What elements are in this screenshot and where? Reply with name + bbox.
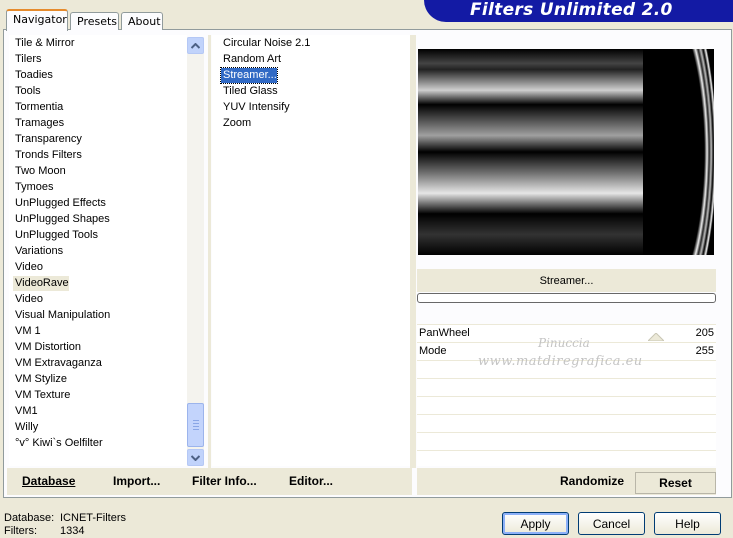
category-item[interactable]: Tramages: [13, 116, 64, 131]
category-item[interactable]: VM Distortion: [13, 340, 81, 355]
param-value: 205: [695, 327, 714, 339]
category-list[interactable]: Tile & Mirror Tilers Toadies Tools Tormentia…: [9, 35, 187, 466]
category-item[interactable]: Tymoes: [13, 180, 54, 195]
category-item[interactable]: UnPlugged Shapes: [13, 212, 110, 227]
chevron-up-icon: [191, 42, 200, 49]
category-item[interactable]: Two Moon: [13, 164, 66, 179]
category-item[interactable]: Video: [13, 292, 43, 307]
param-row-empty: [417, 450, 716, 466]
tab-presets[interactable]: Presets: [70, 12, 119, 30]
category-item[interactable]: VM1: [13, 404, 38, 419]
filters-label: Filters:: [4, 525, 37, 537]
category-scrollbar[interactable]: [187, 37, 204, 466]
category-item[interactable]: Toadies: [13, 68, 53, 83]
tab-navigator[interactable]: Navigator: [6, 9, 68, 31]
splitter-right[interactable]: [410, 35, 416, 468]
filter-item[interactable]: YUV Intensify: [221, 100, 290, 115]
param-name: Mode: [419, 345, 447, 357]
category-item[interactable]: UnPlugged Effects: [13, 196, 106, 211]
param-row-empty: [417, 414, 716, 432]
filter-name-label: Streamer...: [417, 269, 716, 292]
filters-count: 1334: [60, 525, 85, 537]
category-item[interactable]: Tools: [13, 84, 41, 99]
category-item[interactable]: °v° Kiwi`s Oelfilter: [13, 436, 103, 451]
slider-marker-icon[interactable]: [648, 333, 664, 341]
param-row-empty: [417, 432, 716, 450]
scroll-down-button[interactable]: [187, 449, 204, 466]
scroll-thumb[interactable]: [187, 403, 204, 447]
param-row-empty: [417, 378, 716, 396]
editor-button[interactable]: Editor...: [289, 474, 333, 488]
category-item[interactable]: VM 1: [13, 324, 41, 339]
database-label: Database:: [4, 512, 55, 524]
reset-button[interactable]: Reset: [635, 472, 716, 494]
category-item[interactable]: Tile & Mirror: [13, 36, 74, 51]
scroll-up-button[interactable]: [187, 37, 204, 54]
progress-bar: [417, 293, 716, 303]
category-item[interactable]: Tormentia: [13, 100, 63, 115]
category-item[interactable]: VM Stylize: [13, 372, 67, 387]
category-item[interactable]: Variations: [13, 244, 63, 259]
filter-item[interactable]: Random Art: [221, 52, 281, 67]
category-item[interactable]: Tilers: [13, 52, 41, 67]
database-value: ICNET-Filters: [60, 512, 126, 524]
param-value: 255: [695, 345, 714, 357]
category-item[interactable]: VM Extravaganza: [13, 356, 102, 371]
import-button[interactable]: Import...: [113, 474, 160, 488]
preview-image: [418, 49, 714, 255]
category-item[interactable]: Transparency: [13, 132, 82, 147]
filter-item[interactable]: Zoom: [221, 116, 251, 131]
filter-item[interactable]: Streamer...: [220, 67, 278, 84]
chevron-down-icon: [191, 454, 200, 461]
help-button[interactable]: Help: [654, 512, 721, 535]
category-item[interactable]: Tronds Filters: [13, 148, 82, 163]
category-item[interactable]: UnPlugged Tools: [13, 228, 98, 243]
tab-about[interactable]: About: [121, 12, 163, 30]
filter-item[interactable]: Tiled Glass: [221, 84, 278, 99]
filter-info-button[interactable]: Filter Info...: [192, 474, 257, 488]
splitter[interactable]: [208, 35, 211, 468]
randomize-button[interactable]: Randomize: [560, 474, 624, 488]
watermark-line1: Pinuccia: [538, 336, 590, 350]
cancel-button[interactable]: Cancel: [578, 512, 645, 535]
category-item[interactable]: Video: [13, 260, 43, 275]
app-title: Filters Unlimited 2.0: [470, 0, 673, 20]
database-button[interactable]: Database: [22, 474, 75, 488]
category-item[interactable]: Visual Manipulation: [13, 308, 110, 323]
category-item[interactable]: Willy: [13, 420, 38, 435]
filter-list[interactable]: Circular Noise 2.1 Random Art Streamer... T…: [212, 35, 410, 466]
category-item[interactable]: VideoRave: [13, 276, 69, 291]
param-row-empty: [417, 396, 716, 414]
param-name: PanWheel: [419, 327, 470, 339]
apply-button[interactable]: Apply: [502, 512, 569, 535]
filter-item[interactable]: Circular Noise 2.1: [221, 36, 310, 51]
category-item[interactable]: VM Texture: [13, 388, 70, 403]
watermark-line2: www.matdiregrafica.eu: [478, 354, 643, 369]
